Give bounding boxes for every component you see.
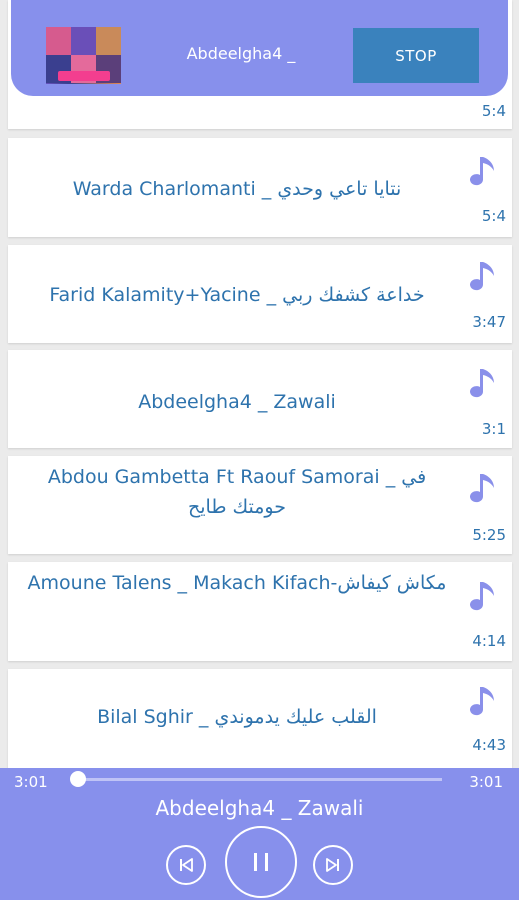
music-note-icon bbox=[470, 582, 494, 611]
song-title: Abdou Gambetta Ft Raouf Samorai _ في حوم… bbox=[47, 466, 427, 518]
song-duration: 3:47 bbox=[472, 313, 506, 331]
music-note-icon bbox=[470, 369, 494, 398]
song-title: Farid Kalamity+Yacine _ خداعة كشفك ربي bbox=[49, 284, 425, 306]
song-duration: 4:43 bbox=[472, 736, 506, 754]
album-art[interactable] bbox=[46, 27, 121, 84]
music-note-icon bbox=[470, 474, 494, 503]
song-duration: 5:4 bbox=[481, 207, 506, 225]
current-time: 3:01 bbox=[14, 773, 48, 791]
now-playing-header: Abdeelgha4 _ STOP bbox=[11, 0, 508, 96]
pause-button[interactable] bbox=[225, 826, 297, 898]
song-item[interactable]: Farid Kalamity+Yacine _ خداعة كشفك ربي 3… bbox=[8, 245, 512, 343]
song-duration: 3:1 bbox=[481, 420, 506, 438]
previous-button[interactable] bbox=[166, 845, 206, 885]
song-duration: 4:14 bbox=[472, 632, 506, 650]
stop-button[interactable]: STOP bbox=[353, 28, 479, 83]
song-duration: 5:25 bbox=[472, 526, 506, 544]
song-title: Warda Charlomanti _ نتايا تاعي وحدي bbox=[72, 178, 402, 200]
song-list: 5:4 Warda Charlomanti _ نتايا تاعي وحدي … bbox=[0, 0, 519, 768]
song-title: Amoune Talens _ Makach Kifach-مكاش كيفاش bbox=[27, 572, 447, 594]
song-title: Bilal Sghir _ القلب عليك يدموندي bbox=[97, 706, 377, 728]
pause-icon bbox=[254, 853, 268, 871]
skip-next-icon bbox=[326, 858, 339, 872]
player-bar: 3:01 3:01 Abdeelgha4 _ Zawali bbox=[0, 768, 519, 900]
seek-thumb[interactable] bbox=[70, 771, 86, 787]
music-note-icon bbox=[470, 157, 494, 186]
song-item[interactable]: Warda Charlomanti _ نتايا تاعي وحدي 5:4 bbox=[8, 138, 512, 237]
music-note-icon bbox=[470, 687, 494, 716]
total-time: 3:01 bbox=[469, 773, 503, 791]
player-title: Abdeelgha4 _ Zawali bbox=[155, 796, 364, 820]
seek-bar[interactable] bbox=[78, 778, 442, 781]
song-item[interactable]: Abdou Gambetta Ft Raouf Samorai _ في حوم… bbox=[8, 456, 512, 554]
now-playing-title: Abdeelgha4 _ bbox=[186, 44, 296, 63]
song-item[interactable]: Abdeelgha4 _ Zawali 3:1 bbox=[8, 350, 512, 448]
song-item[interactable]: Amoune Talens _ Makach Kifach-مكاش كيفاش… bbox=[8, 562, 512, 661]
skip-previous-icon bbox=[180, 858, 193, 872]
music-note-icon bbox=[470, 262, 494, 291]
song-title: Abdeelgha4 _ Zawali bbox=[138, 391, 336, 413]
song-duration: 5:4 bbox=[481, 102, 506, 120]
song-item[interactable]: Bilal Sghir _ القلب عليك يدموندي 4:43 bbox=[8, 669, 512, 768]
next-button[interactable] bbox=[313, 845, 353, 885]
